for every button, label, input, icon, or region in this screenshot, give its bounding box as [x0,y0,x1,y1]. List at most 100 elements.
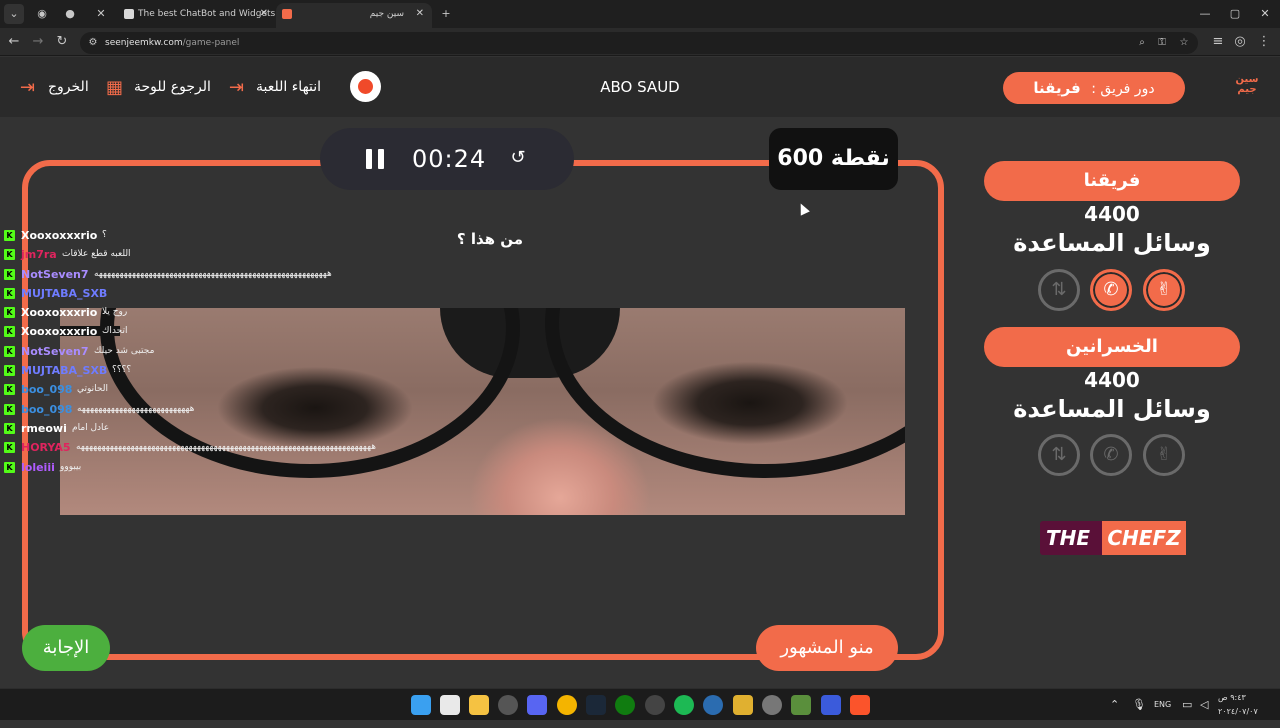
app-icon[interactable] [821,695,841,715]
app-icon[interactable] [645,695,665,715]
kick-badge-icon: K [4,249,15,261]
chat-username[interactable]: NotSeven7 [21,342,89,361]
app-icon[interactable] [498,695,518,715]
team-score: 4400 [1084,202,1140,226]
chat-username[interactable]: Xooxoxxxrio [21,322,97,341]
swap-icon[interactable]: ⇅ [1038,434,1080,476]
sponsor-text: CHEFZ [1102,521,1186,555]
steam-icon[interactable] [586,695,606,715]
back-to-board-button[interactable]: الرجوع للوحة [134,57,211,117]
chat-username[interactable]: loleiii [21,458,55,477]
chat-message: K MUJTABA_SXB ؟؟؟؟ [0,361,560,380]
chat-message: Kboo_098 هههههههههههههههههههههههههههه [0,400,560,419]
chat-username[interactable]: Xooxoxxxrio [21,303,97,322]
sun-icon [350,71,381,102]
tray-chevron-icon[interactable]: ⌃ [1110,689,1119,721]
site-info-icon[interactable]: ⚙ [85,35,101,51]
kick-badge-icon: K [4,307,15,319]
exit-icon[interactable]: ⇥ [20,77,35,98]
close-icon[interactable]: ✕ [416,3,424,25]
zoom-icon[interactable]: ⌕ [1134,35,1150,51]
chat-text: اللعبه قطع علاقات [62,249,131,260]
chat-text: الحانوتي [77,384,108,395]
chat-username[interactable]: boo_098 [21,380,72,399]
clock-date[interactable]: ٢٠٢٤/٠٧/٠٧ [1218,696,1258,728]
start-icon[interactable] [411,695,431,715]
store-icon[interactable] [440,695,460,715]
password-key-icon[interactable]: ⚿ [1154,35,1170,51]
sponsor-text: THE [1046,526,1091,550]
tab-chatbot[interactable]: The best ChatBot and Widgets ✕ [118,3,276,28]
chat-text: ؟؟؟؟ [112,365,132,376]
team-score: 4400 [1084,368,1140,392]
app-icon[interactable] [703,695,723,715]
chat-message: K Xooxoxxxrio روح يلا [0,303,560,322]
end-arrow-icon[interactable]: ⇥ [229,77,244,98]
answer-button[interactable]: الإجابة [22,625,110,671]
category-button[interactable]: منو المشهور [756,625,898,671]
two-fingers-icon[interactable]: ✌ [1143,434,1185,476]
turn-indicator: دور فريق : فريقنا [1003,72,1185,104]
chat-text: ؟ [102,230,107,240]
chat-username[interactable]: boo_098 [21,400,72,419]
kick-badge-icon: K [4,326,15,338]
folder-icon[interactable] [469,695,489,715]
chrome-icon[interactable] [557,695,577,715]
timer-panel: 00:24 ↺ [320,128,574,190]
chat-username[interactable]: rmeowi [21,419,67,438]
pause-icon[interactable] [366,149,384,169]
bookmark-star-icon[interactable]: ☆ [1176,35,1192,51]
app-icon[interactable] [791,695,811,715]
new-tab-icon[interactable]: + [436,4,456,24]
player-name: ABO SAUD [600,78,680,96]
kick-badge-icon: K [4,365,15,377]
mic-icon[interactable]: 🎙 [1132,689,1146,721]
app-logo[interactable]: سين جيم [1232,75,1262,99]
chat-message: K NotSeven7 هههههههههههههههههههههههههههههه… [0,265,560,284]
pinned-tab-icon[interactable]: ◉ [32,4,52,24]
settings-icon[interactable] [762,695,782,715]
tab-search-button[interactable]: ⌄ [4,4,24,24]
reload-icon[interactable]: ↻ [52,32,72,52]
chat-username[interactable]: Xooxoxxxrio [21,226,97,245]
spotify-icon[interactable] [674,695,694,715]
tab-seenjeem[interactable]: سين جيم ✕ [276,3,432,28]
browser-menu-icon[interactable]: ⋮ [1254,32,1274,52]
volume-icon[interactable]: ◁ [1200,689,1208,721]
exit-button[interactable]: الخروج [48,57,89,117]
phone-icon[interactable]: ✆ [1090,269,1132,311]
profile-icon[interactable]: ◎ [1230,32,1250,52]
pinned-tab-icon[interactable]: ✕ [91,4,111,24]
phone-icon[interactable]: ✆ [1090,434,1132,476]
end-game-button[interactable]: انتهاء اللعبة [256,57,321,117]
tab-label: The best ChatBot and Widgets [138,9,276,19]
minimize-icon[interactable]: — [1190,4,1220,24]
back-icon[interactable]: ← [4,32,24,52]
forward-icon[interactable]: → [28,32,48,52]
url-field[interactable]: ⚙ seenjeemkw.com/game-panel ⌕ ⚿ ☆ [80,32,1198,54]
chat-username[interactable]: NotSeven7 [21,265,89,284]
chat-username[interactable]: MUJTABA_SXB [21,284,107,303]
reset-timer-icon[interactable]: ↺ [507,147,529,169]
board-grid-icon[interactable]: ▦ [106,77,123,98]
brave-icon[interactable] [850,695,870,715]
reading-list-icon[interactable]: ≡ [1208,32,1228,52]
discord-icon[interactable] [527,695,547,715]
maximize-icon[interactable]: ▢ [1220,4,1250,24]
chat-message: K MUJTABA_SXB [0,284,560,303]
xbox-icon[interactable] [615,695,635,715]
team-aids-label: وسائل المساعدة [1013,395,1211,423]
chat-message: Krmeowi عادل امام [0,419,560,438]
two-fingers-icon[interactable]: ✌ [1143,269,1185,311]
sponsor-logo: THE CHEFZ [1040,521,1186,555]
chat-username[interactable]: HORYA5 [21,438,71,457]
language-indicator[interactable]: ENG [1154,689,1171,721]
app-icon[interactable] [733,695,753,715]
close-window-icon[interactable]: ✕ [1250,4,1280,24]
network-icon[interactable]: ▭ [1182,689,1192,721]
swap-icon[interactable]: ⇅ [1038,269,1080,311]
chat-username[interactable]: MUJTABA_SXB [21,361,107,380]
chat-username[interactable]: jm7ra [21,245,57,264]
pinned-tab-icon[interactable]: ● [60,4,80,24]
close-icon[interactable]: ✕ [260,3,268,25]
